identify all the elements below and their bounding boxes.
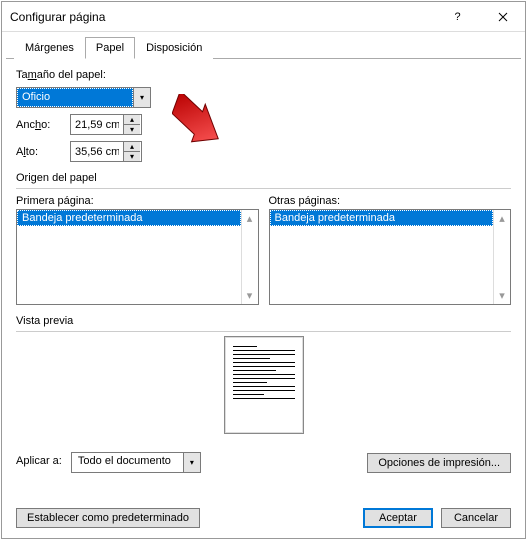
apply-to-combo[interactable]: Todo el documento ▾	[71, 452, 201, 473]
height-spin-down[interactable]: ▾	[124, 152, 140, 161]
print-options-button[interactable]: Opciones de impresión...	[367, 453, 511, 473]
cancel-button[interactable]: Cancelar	[441, 508, 511, 528]
width-label: Ancho:	[16, 119, 70, 131]
chevron-up-icon: ▴	[494, 210, 510, 227]
paper-size-combo[interactable]: Oficio ▾	[16, 87, 151, 108]
other-pages-label: Otras páginas:	[269, 195, 512, 207]
chevron-down-icon: ▾	[140, 94, 144, 102]
chevron-down-icon: ▾	[494, 287, 510, 304]
preview-page	[224, 336, 304, 434]
tab-paper[interactable]: Papel	[85, 37, 135, 59]
apply-to-value: Todo el documento	[72, 453, 183, 472]
dialog-title: Configurar página	[10, 10, 435, 24]
apply-to-label: Aplicar a:	[16, 455, 62, 467]
chevron-up-icon: ▴	[242, 210, 258, 227]
chevron-down-icon: ▾	[242, 287, 258, 304]
preview-label: Vista previa	[16, 315, 511, 327]
tab-layout[interactable]: Disposición	[135, 37, 213, 59]
close-button[interactable]	[480, 2, 525, 32]
paper-size-label: Tamaño del papel:	[16, 69, 106, 81]
help-button[interactable]: ?	[435, 2, 480, 32]
height-label: Alto:	[16, 146, 70, 158]
first-page-label: Primera página:	[16, 195, 259, 207]
height-input[interactable]: ▴ ▾	[70, 141, 142, 162]
first-page-listbox[interactable]: Bandeja predeterminada ▴ ▾	[16, 209, 259, 305]
width-spin-down[interactable]: ▾	[124, 125, 140, 134]
paper-size-selected: Oficio	[17, 88, 133, 107]
width-field[interactable]	[71, 115, 123, 134]
height-field[interactable]	[71, 142, 123, 161]
tab-margins[interactable]: Márgenes	[14, 37, 85, 59]
chevron-down-icon: ▾	[190, 459, 194, 467]
titlebar: Configurar página ?	[2, 2, 525, 32]
page-setup-dialog: Configurar página ? Márgenes Papel Dispo…	[1, 1, 526, 539]
tabs: Márgenes Papel Disposición	[6, 32, 521, 59]
content: Tamaño del papel: Oficio ▾ Ancho: ▴ ▾ Al…	[2, 59, 525, 483]
width-spin-up[interactable]: ▴	[124, 115, 140, 125]
other-pages-listbox[interactable]: Bandeja predeterminada ▴ ▾	[269, 209, 512, 305]
list-item[interactable]: Bandeja predeterminada	[17, 210, 241, 226]
set-default-button[interactable]: Establecer como predeterminado	[16, 508, 200, 528]
apply-to-dropdown-button[interactable]: ▾	[183, 453, 200, 472]
chevron-down-icon: ▾	[130, 153, 134, 161]
list-item[interactable]: Bandeja predeterminada	[270, 210, 494, 226]
paper-size-dropdown-button[interactable]: ▾	[133, 88, 150, 107]
width-input[interactable]: ▴ ▾	[70, 114, 142, 135]
chevron-up-icon: ▴	[130, 116, 134, 124]
first-page-scrollbar[interactable]: ▴ ▾	[241, 210, 258, 304]
close-icon	[498, 12, 508, 22]
chevron-down-icon: ▾	[130, 126, 134, 134]
ok-button[interactable]: Aceptar	[363, 508, 433, 528]
chevron-up-icon: ▴	[130, 143, 134, 151]
other-pages-scrollbar[interactable]: ▴ ▾	[493, 210, 510, 304]
paper-source-label: Origen del papel	[16, 172, 511, 184]
height-spin-up[interactable]: ▴	[124, 142, 140, 152]
